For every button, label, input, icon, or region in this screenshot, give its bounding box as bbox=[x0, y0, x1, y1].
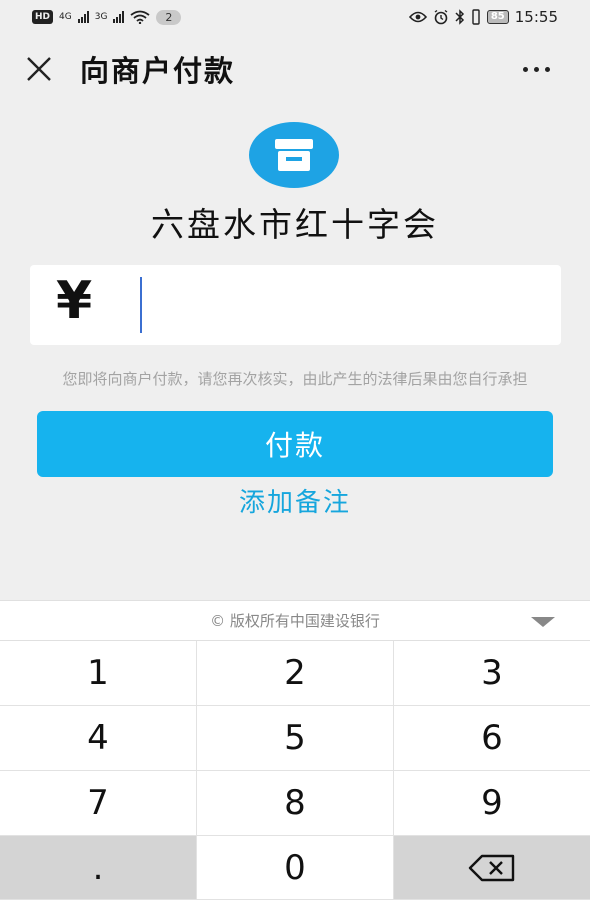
backspace-key[interactable] bbox=[394, 836, 590, 900]
status-left: HD 4G 3G 2 bbox=[32, 9, 182, 25]
key-7[interactable]: 7 bbox=[0, 771, 197, 836]
battery-icon: 85 bbox=[486, 10, 509, 24]
page-title: 向商户付款 bbox=[80, 54, 236, 88]
keyboard-header: © 版权所有中国建设银行 bbox=[0, 600, 590, 641]
status-right: 85 15:55 bbox=[408, 8, 558, 26]
key-5[interactable]: 5 bbox=[197, 706, 394, 771]
key-1[interactable]: 1 bbox=[0, 641, 197, 706]
pay-button[interactable]: 付款 bbox=[37, 411, 553, 477]
amount-input[interactable] bbox=[110, 273, 540, 337]
more-dots-icon bbox=[522, 66, 528, 72]
notification-count-badge: 2 bbox=[156, 9, 182, 25]
merchant-name: 六盘水市红十字会 bbox=[151, 205, 439, 244]
header: 向商户付款 bbox=[0, 34, 590, 104]
alarm-icon bbox=[434, 9, 448, 25]
backspace-icon bbox=[468, 854, 515, 881]
signal-icon bbox=[113, 11, 125, 23]
key-decimal[interactable]: . bbox=[0, 836, 197, 900]
close-button[interactable] bbox=[22, 52, 56, 86]
status-bar: HD 4G 3G 2 85 15:55 bbox=[0, 0, 590, 34]
key-6[interactable]: 6 bbox=[394, 706, 590, 771]
amount-field[interactable]: ¥ bbox=[30, 265, 561, 345]
keypad: 1 2 3 4 5 6 7 8 9 . 0 bbox=[0, 641, 590, 900]
signal-icon bbox=[77, 11, 89, 23]
key-2[interactable]: 2 bbox=[197, 641, 394, 706]
close-icon bbox=[27, 57, 51, 81]
sim2-network-type: 3G bbox=[94, 12, 108, 22]
more-options-button[interactable] bbox=[514, 54, 558, 84]
numeric-keyboard: © 版权所有中国建设银行 1 2 3 4 5 6 7 8 9 . 0 bbox=[0, 600, 590, 900]
vibrate-icon bbox=[472, 9, 480, 25]
add-note-link[interactable]: 添加备注 bbox=[0, 482, 590, 519]
bluetooth-icon bbox=[455, 9, 464, 25]
key-8[interactable]: 8 bbox=[197, 771, 394, 836]
payment-disclaimer: 您即将向商户付款，请您再次核实，由此产生的法律后果由您自行承担 bbox=[62, 370, 528, 388]
keyboard-copyright: © 版权所有中国建设银行 bbox=[210, 612, 380, 630]
wifi-icon bbox=[130, 10, 150, 24]
eye-icon bbox=[408, 11, 427, 23]
sim1-network-type: 4G bbox=[59, 12, 72, 22]
chevron-down-icon[interactable] bbox=[530, 615, 556, 629]
key-0[interactable]: 0 bbox=[197, 836, 394, 900]
key-3[interactable]: 3 bbox=[394, 641, 590, 706]
status-time: 15:55 bbox=[514, 8, 558, 26]
hd-badge: HD bbox=[32, 10, 54, 24]
merchant-store-icon bbox=[249, 122, 339, 188]
currency-symbol: ¥ bbox=[56, 271, 93, 331]
key-4[interactable]: 4 bbox=[0, 706, 197, 771]
key-9[interactable]: 9 bbox=[394, 771, 590, 836]
